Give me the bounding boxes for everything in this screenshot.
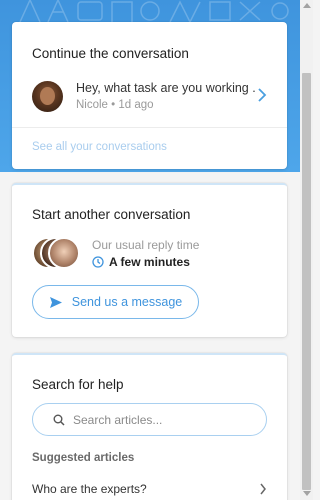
divider [12,127,287,128]
team-avatars [32,237,82,271]
scroll-up-arrow-icon[interactable] [303,3,311,8]
scroll-down-arrow-icon[interactable] [303,491,311,496]
conversation-message-preview: Hey, what task are you working ... [76,81,256,95]
send-message-label: Send us a message [71,295,183,309]
search-card-title: Search for help [32,377,124,392]
conversation-author: Nicole [76,99,108,111]
search-icon [53,414,65,426]
messenger-home: Continue the conversation Hey, what task… [0,0,300,500]
continue-conversation-card: Continue the conversation Hey, what task… [12,22,287,169]
avatar [48,237,80,269]
reply-time-label: Our usual reply time [92,238,200,252]
send-message-button[interactable]: Send us a message [32,285,199,319]
avatar [32,81,63,112]
reply-time-value: A few minutes [109,255,190,269]
start-conversation-card: Start another conversation Our usual rep… [12,183,287,337]
search-help-card: Search for help Suggested articles Who a… [12,353,287,500]
article-item[interactable]: Who are the experts? [32,479,267,499]
chevron-right-icon [258,88,267,102]
reply-time-value-row: A few minutes [92,255,190,269]
clock-icon [92,256,104,268]
conversation-meta: Nicole • 1d ago [76,99,154,111]
paper-plane-icon [49,296,62,308]
continue-card-title: Continue the conversation [32,46,189,61]
start-card-title: Start another conversation [32,207,191,222]
article-title: Who are the experts? [32,482,147,496]
conversation-item[interactable]: Hey, what task are you working ... Nicol… [12,78,287,128]
search-input[interactable] [73,411,258,429]
scrollbar-thumb[interactable] [302,73,311,490]
chevron-right-icon [260,483,266,495]
meta-separator: • [111,99,116,111]
conversation-time: 1d ago [118,99,154,111]
search-field[interactable] [32,403,267,436]
suggested-articles-label: Suggested articles [32,452,135,464]
see-all-conversations-link[interactable]: See all your conversations [32,141,167,153]
vertical-scrollbar[interactable] [300,0,313,500]
